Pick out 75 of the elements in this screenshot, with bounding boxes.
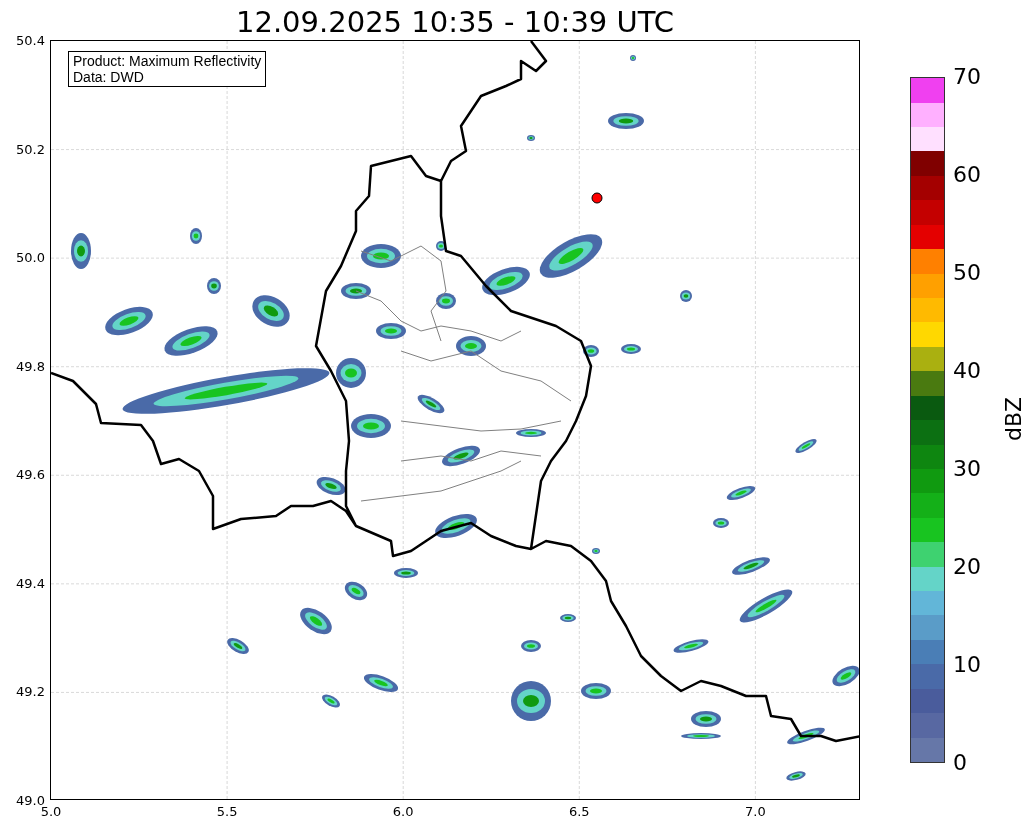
radar-echo	[363, 674, 399, 692]
radar-echo	[592, 548, 600, 554]
radar-echo	[527, 135, 535, 141]
x-tick-label: 6.5	[567, 805, 591, 819]
radar-echo	[227, 638, 249, 654]
radar-echo	[713, 518, 729, 528]
scale-tick-label: 0	[953, 751, 967, 775]
radar-echo	[739, 589, 793, 623]
radar-echo	[164, 326, 218, 356]
radar-echo	[336, 358, 366, 388]
radar-echo	[726, 486, 756, 500]
radar-echo	[560, 614, 576, 622]
radar-echo	[482, 266, 530, 296]
y-tick-label: 49.6	[15, 468, 45, 483]
radar-echo	[521, 640, 541, 652]
y-tick-label: 49.0	[15, 794, 45, 808]
scale-tick-label: 10	[953, 653, 981, 677]
radar-echo	[511, 681, 551, 721]
scale-axis-label: dBZ	[1002, 396, 1023, 442]
plot-title: 12.09.2025 10:35 - 10:39 UTC	[236, 4, 674, 40]
radar-echo	[436, 293, 456, 309]
x-tick-label: 6.0	[391, 805, 415, 819]
y-tick-label: 50.0	[15, 251, 45, 266]
scale-tick-label: 50	[953, 261, 981, 285]
radar-echo	[351, 414, 391, 438]
y-tick-label: 49.2	[15, 685, 45, 700]
radar-echo	[344, 581, 368, 601]
scale-tick-label: 70	[953, 65, 981, 89]
radar-echo	[680, 290, 692, 302]
radar-echo	[207, 278, 221, 294]
radar-echo	[621, 344, 641, 354]
radar-echo	[442, 445, 480, 467]
y-tick-label: 49.8	[15, 359, 45, 374]
radar-echo	[456, 336, 486, 356]
radar-echo	[581, 683, 611, 699]
x-tick-label: 7.0	[744, 805, 767, 819]
radar-echo	[71, 233, 91, 269]
y-tick-label: 50.4	[15, 34, 45, 48]
radar-echo	[394, 568, 418, 578]
radar-echo	[787, 727, 825, 745]
radar-echo	[436, 241, 446, 251]
radar-echo	[417, 394, 445, 414]
radar-echo	[316, 476, 346, 496]
scale-tick-label: 20	[953, 555, 981, 579]
radar-echo	[322, 694, 340, 708]
info-text: Data: DWD	[73, 69, 145, 85]
x-tick-label: 5.0	[40, 805, 63, 819]
radar-echo	[732, 557, 770, 575]
info-text: Product: Maximum Reflectivity	[73, 53, 262, 69]
x-tick-label: 5.5	[215, 805, 239, 819]
scale-tick-label: 30	[953, 457, 981, 481]
scale-tick-label: 60	[953, 163, 981, 187]
y-tick-label: 50.2	[15, 142, 45, 157]
radar-echo	[681, 733, 721, 739]
radar-echo	[361, 244, 401, 268]
radar-echo	[583, 345, 599, 357]
radar-echo	[516, 429, 546, 437]
y-tick-label: 49.4	[15, 576, 45, 591]
location-marker-icon	[591, 192, 603, 204]
radar-echo	[691, 711, 721, 727]
radar-echo	[608, 113, 644, 129]
radar-echo	[252, 295, 290, 327]
radar-echo	[190, 228, 202, 244]
radar-echo	[376, 323, 406, 339]
radar-echo	[105, 306, 153, 336]
radar-echo	[832, 665, 859, 687]
radar-echo	[786, 771, 806, 781]
radar-echo	[630, 55, 636, 61]
radar-echo	[673, 639, 709, 653]
radar-echo	[539, 234, 603, 278]
radar-echo	[300, 607, 332, 635]
radar-echo	[341, 283, 371, 299]
radar-echo	[435, 513, 477, 539]
scale-tick-label: 40	[953, 359, 981, 383]
radar-echo	[795, 439, 817, 453]
